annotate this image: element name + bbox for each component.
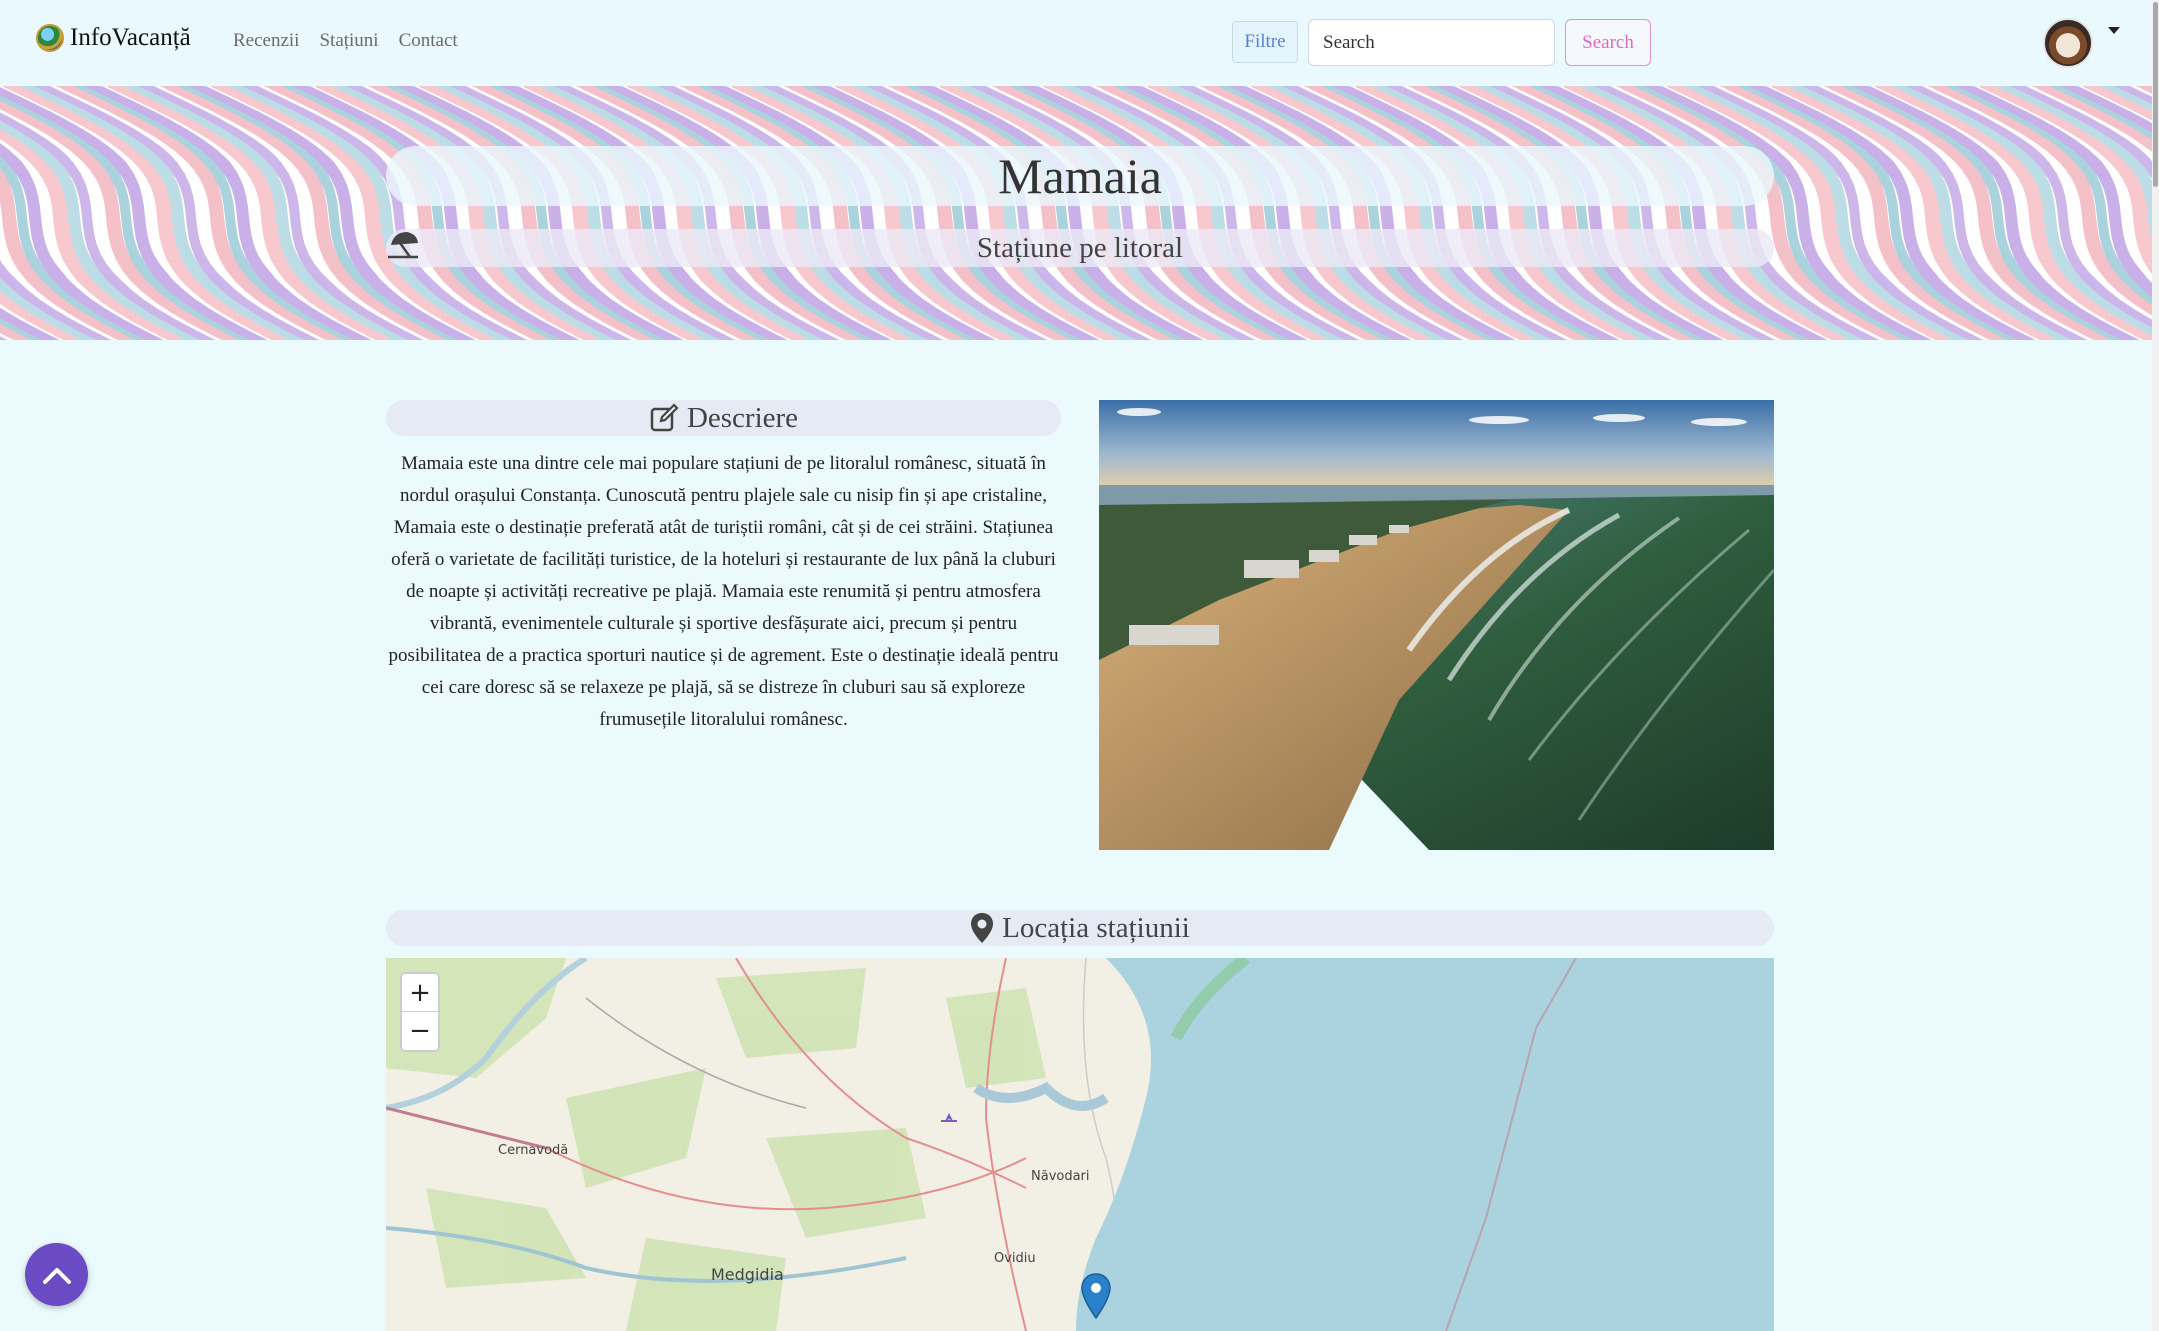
location-map[interactable]: Cernavodă Năvodari Ovidiu Medgidia + − (386, 958, 1774, 1331)
brand[interactable]: InfoVacanță (36, 24, 191, 52)
page-subtitle: Stațiune pe litoral (976, 231, 1184, 264)
hero-banner: Mamaia Stațiune pe litoral (0, 86, 2159, 340)
location-heading: Locația stațiunii (386, 910, 1774, 946)
caret-down-icon[interactable] (2108, 27, 2120, 34)
filter-button[interactable]: Filtre (1232, 21, 1298, 63)
map-marker-icon[interactable] (1080, 1272, 1112, 1322)
map-pin-icon (971, 913, 994, 943)
beach-umbrella-icon (388, 232, 418, 259)
description-heading: Descriere (386, 400, 1061, 436)
zoom-out-button[interactable]: − (402, 1012, 438, 1050)
search-input[interactable] (1308, 19, 1555, 66)
location-heading-text: Locația stațiunii (1002, 911, 1190, 944)
nav-link-contact[interactable]: Contact (399, 30, 458, 52)
description-heading-text: Descriere (686, 401, 799, 434)
hero-subtitle-bar: Stațiune pe litoral (386, 229, 1774, 267)
map-label-medgidia: Medgidia (711, 1265, 784, 1284)
search-button[interactable]: Search (1565, 19, 1651, 66)
chevron-up-icon (42, 1267, 71, 1284)
map-zoom-controls: + − (400, 972, 440, 1052)
scrollbar-track[interactable] (2152, 0, 2159, 1331)
back-to-top-button[interactable] (25, 1243, 88, 1306)
wavy-pattern-background (0, 86, 2159, 340)
map-label-navodari: Năvodari (1031, 1169, 1090, 1184)
hero-title-bar: Mamaia (386, 146, 1774, 206)
aerial-beach-image (1099, 400, 1774, 850)
user-avatar[interactable] (2043, 18, 2093, 68)
globe-logo-icon (36, 24, 64, 52)
edit-icon (650, 403, 679, 432)
map-label-ovidiu: Ovidiu (994, 1251, 1036, 1266)
navbar: InfoVacanță Recenzii Stațiuni Contact Fi… (0, 0, 2159, 86)
scrollbar-thumb[interactable] (2153, 2, 2158, 187)
nav-link-statiuni[interactable]: Stațiuni (319, 30, 378, 52)
brand-name: InfoVacanță (70, 24, 191, 51)
nav-links: Recenzii Stațiuni Contact (233, 30, 458, 52)
resort-photo (1099, 400, 1774, 850)
map-label-cernavoda: Cernavodă (498, 1143, 569, 1158)
zoom-in-button[interactable]: + (402, 974, 438, 1012)
nav-link-recenzii[interactable]: Recenzii (233, 30, 299, 52)
description-text: Mamaia este una dintre cele mai populare… (388, 453, 1059, 730)
page-title: Mamaia (998, 148, 1162, 204)
